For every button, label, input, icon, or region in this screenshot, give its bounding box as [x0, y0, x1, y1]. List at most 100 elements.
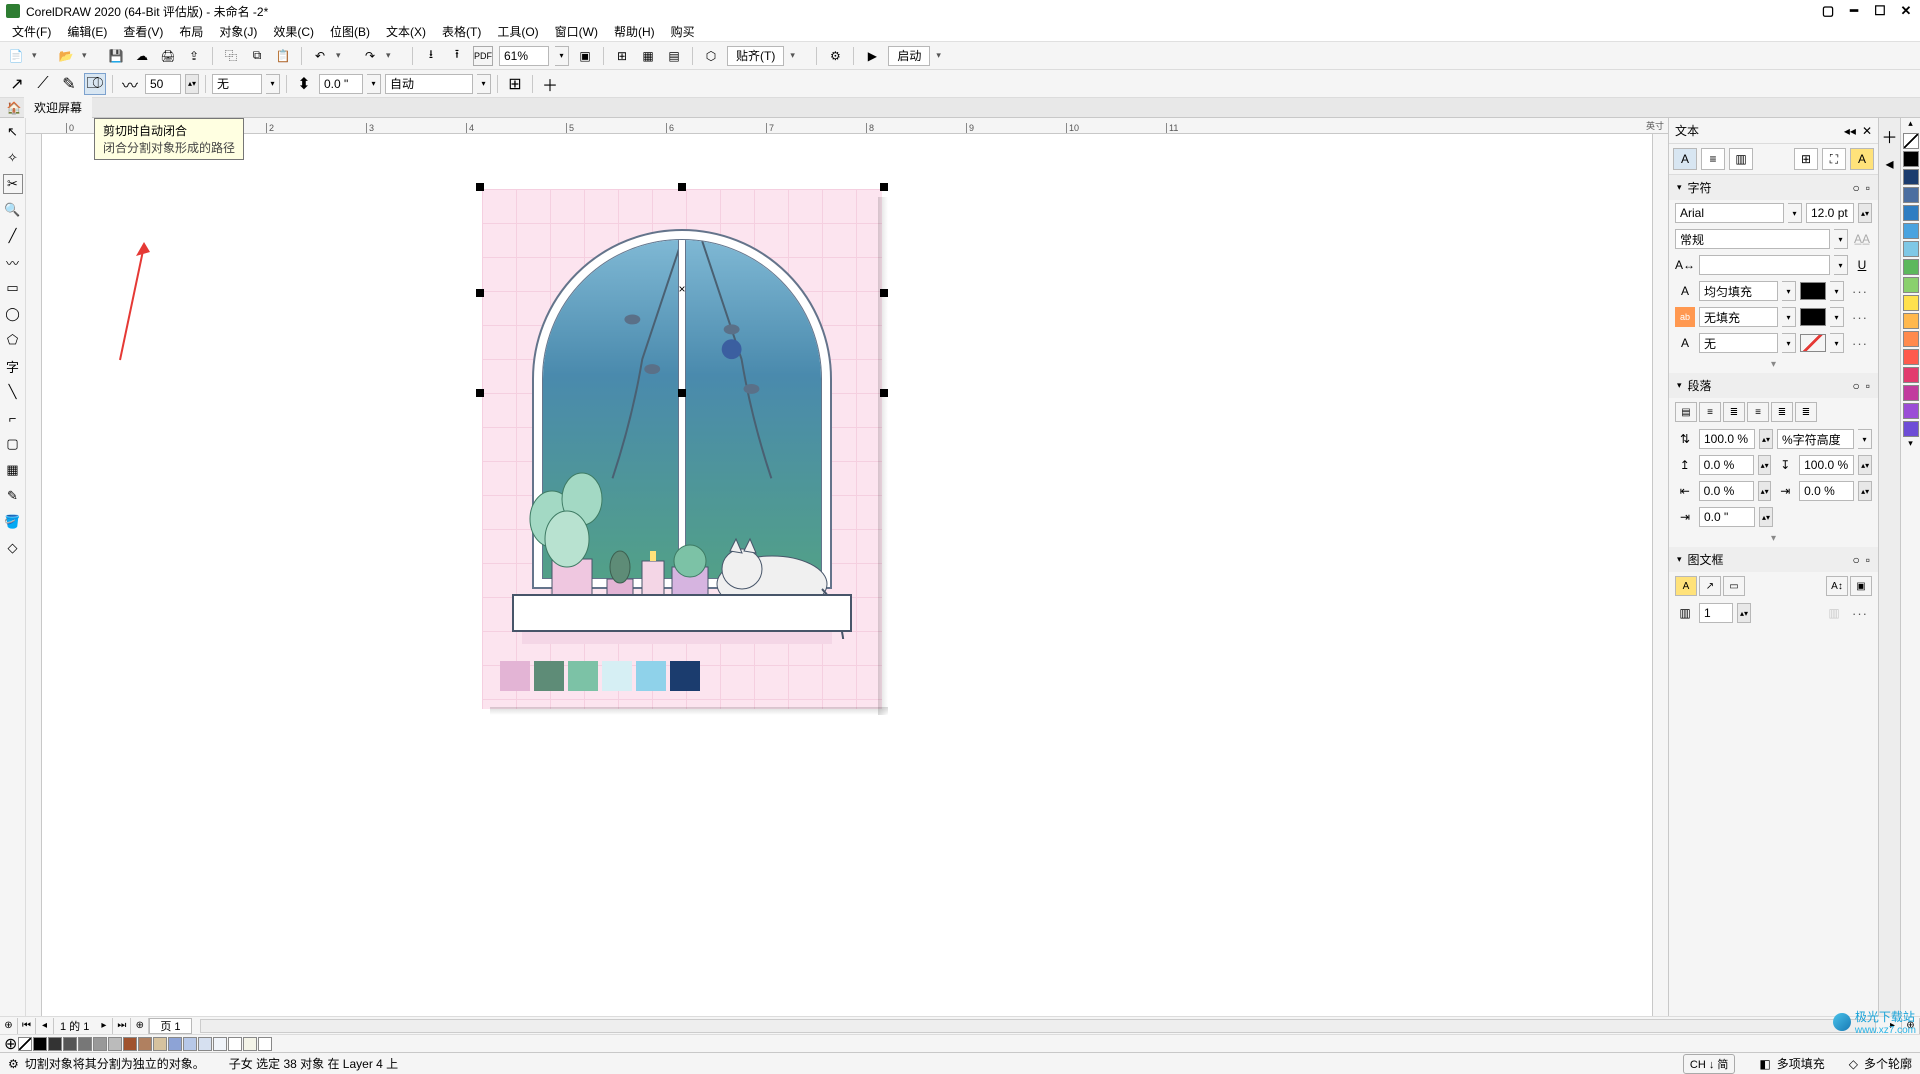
- page-add2-button[interactable]: ⊕: [131, 1018, 149, 1034]
- selection-handle[interactable]: [476, 289, 484, 297]
- transparency-tool[interactable]: ▦: [3, 460, 23, 480]
- font-size-spin[interactable]: ▴▾: [1858, 203, 1872, 223]
- selection-handle[interactable]: [880, 389, 888, 397]
- menu-effects[interactable]: 效果(C): [265, 21, 322, 42]
- align-left-button[interactable]: ≡: [1699, 402, 1721, 422]
- docker-flyout-icon[interactable]: ◂: [1885, 154, 1893, 174]
- doc-swatch[interactable]: [78, 1037, 92, 1051]
- doc-swatch[interactable]: [33, 1037, 47, 1051]
- selection-handle[interactable]: [476, 183, 484, 191]
- frame-more-icon[interactable]: ▫: [1866, 553, 1870, 567]
- selection-handle[interactable]: [880, 289, 888, 297]
- doc-swatch[interactable]: [63, 1037, 77, 1051]
- fill-more[interactable]: ···: [1848, 282, 1872, 300]
- color-swatch[interactable]: [1903, 349, 1919, 365]
- menu-tools[interactable]: 工具(O): [489, 21, 546, 42]
- doc-swatch[interactable]: [123, 1037, 137, 1051]
- knife-freehand-button[interactable]: ⟋: [32, 73, 54, 95]
- outline-width-dd[interactable]: ▾: [367, 74, 381, 94]
- frame-tab[interactable]: ▥: [1729, 148, 1753, 170]
- align-justify-button[interactable]: ≣: [1771, 402, 1793, 422]
- zoom-level[interactable]: 61%: [499, 46, 549, 66]
- freq-value[interactable]: 50: [145, 74, 181, 94]
- menu-text[interactable]: 文本(X): [378, 21, 434, 42]
- vertical-ruler[interactable]: [26, 134, 42, 1016]
- ime-indicator[interactable]: CH ↓ 简: [1683, 1054, 1736, 1074]
- freq-spinner[interactable]: ▴▾: [185, 74, 199, 94]
- page-last-button[interactable]: ⏭: [113, 1018, 131, 1034]
- frame-outline-button[interactable]: ▭: [1723, 576, 1745, 596]
- selection-handle[interactable]: [880, 183, 888, 191]
- after-spin[interactable]: ▴▾: [1858, 455, 1872, 475]
- rectangle-tool[interactable]: ▭: [3, 278, 23, 298]
- new-doc-dropdown[interactable]: ▾: [32, 50, 50, 61]
- canvas[interactable]: ×: [42, 134, 1652, 1016]
- align-right-button[interactable]: ≡: [1747, 402, 1769, 422]
- font-family[interactable]: Arial: [1675, 203, 1784, 223]
- line-spacing-spin[interactable]: ▴▾: [1759, 429, 1773, 449]
- shape-tool[interactable]: ✧: [3, 148, 23, 168]
- cloud-button[interactable]: ☁: [132, 46, 152, 66]
- doc-swatch[interactable]: [183, 1037, 197, 1051]
- doc-swatch[interactable]: [168, 1037, 182, 1051]
- gear-icon[interactable]: ⚙: [8, 1057, 19, 1071]
- align-center-button[interactable]: ≣: [1723, 402, 1745, 422]
- menu-help[interactable]: 帮助(H): [606, 21, 663, 42]
- para-tab[interactable]: ≡: [1701, 148, 1725, 170]
- freehand-tool[interactable]: ╱: [3, 226, 23, 246]
- pick-tool[interactable]: ↖: [3, 122, 23, 142]
- artwork[interactable]: ×: [482, 189, 882, 709]
- pdf-button[interactable]: PDF: [473, 46, 493, 66]
- eyedropper-tool[interactable]: ✎: [3, 486, 23, 506]
- bgfill-color-dd[interactable]: ▾: [1830, 307, 1844, 327]
- bgfill-more[interactable]: ···: [1848, 308, 1872, 326]
- snap-dropdown[interactable]: ▾: [790, 50, 808, 61]
- menu-window[interactable]: 窗口(W): [547, 21, 606, 42]
- doc-palette-add[interactable]: ⊕: [4, 1034, 17, 1054]
- indent-right[interactable]: 0.0 %: [1799, 481, 1854, 501]
- font-family-dd[interactable]: ▾: [1788, 203, 1802, 223]
- text-tool[interactable]: 字: [3, 356, 23, 376]
- doc-swatch-none[interactable]: [18, 1037, 32, 1051]
- fill-tool[interactable]: 🪣: [3, 512, 23, 532]
- auto-close-button[interactable]: ⎄: [84, 73, 106, 95]
- align-none-button[interactable]: ▤: [1675, 402, 1697, 422]
- menu-file[interactable]: 文件(F): [4, 21, 59, 42]
- section-expand-icon[interactable]: ▾: [1771, 359, 1776, 370]
- para-opt-icon[interactable]: ○: [1852, 379, 1859, 393]
- indent-left[interactable]: 0.0 %: [1699, 481, 1754, 501]
- rulers-button[interactable]: ⊞: [612, 46, 632, 66]
- frame-flow-button[interactable]: A: [1675, 576, 1697, 596]
- before-spin[interactable]: ▴▾: [1758, 455, 1772, 475]
- outline-more[interactable]: ···: [1848, 334, 1872, 352]
- font-weight[interactable]: 常规: [1675, 229, 1830, 249]
- undo-button[interactable]: ↶: [310, 46, 330, 66]
- home-tab[interactable]: 🏠: [4, 100, 24, 116]
- selection-handle[interactable]: [678, 183, 686, 191]
- align-force-button[interactable]: ≣: [1795, 402, 1817, 422]
- page-next-button[interactable]: ▸: [95, 1018, 113, 1034]
- page-add-button[interactable]: ⊕: [0, 1018, 18, 1034]
- outline-dd[interactable]: ▾: [1782, 333, 1796, 353]
- fill-indicator-icon[interactable]: ◧: [1759, 1057, 1770, 1071]
- color-swatch[interactable]: [1903, 403, 1919, 419]
- docker-collapse-icon[interactable]: ◂◂: [1844, 124, 1856, 138]
- page-tab[interactable]: 页 1: [149, 1018, 191, 1034]
- object-props-icon[interactable]: ⊞: [1794, 148, 1818, 170]
- knife-2pt-button[interactable]: ↗: [6, 73, 28, 95]
- doc-swatch[interactable]: [48, 1037, 62, 1051]
- doc-swatch[interactable]: [213, 1037, 227, 1051]
- text-tools-icon[interactable]: A: [1850, 148, 1874, 170]
- underline-button[interactable]: U: [1852, 255, 1872, 275]
- outline-style-dd[interactable]: ▾: [266, 74, 280, 94]
- para-before[interactable]: 0.0 %: [1699, 455, 1754, 475]
- vertical-scrollbar[interactable]: [1652, 134, 1668, 1016]
- color-swatch[interactable]: [1903, 151, 1919, 167]
- kerning-value[interactable]: [1699, 255, 1830, 275]
- fill-type[interactable]: 均匀填充: [1699, 281, 1778, 301]
- color-swatch[interactable]: [1903, 223, 1919, 239]
- close-button[interactable]: ✕: [1898, 4, 1914, 18]
- selection-handle[interactable]: [476, 389, 484, 397]
- fill-color-dd[interactable]: ▾: [1830, 281, 1844, 301]
- color-swatch[interactable]: [1903, 313, 1919, 329]
